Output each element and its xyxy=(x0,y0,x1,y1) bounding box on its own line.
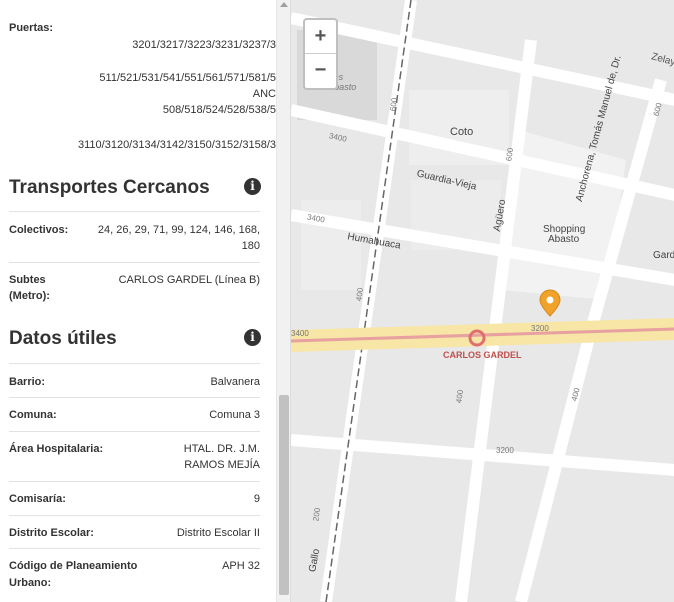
info-icon[interactable]: i xyxy=(244,178,261,195)
datos-title: Datos útiles xyxy=(9,328,117,349)
station-label[interactable]: CARLOS GARDEL xyxy=(443,350,522,360)
street-label-gard: Gard xyxy=(653,250,674,261)
codigo-planeamiento-label: Urbano: xyxy=(9,577,52,589)
barrio-label: Barrio: xyxy=(9,376,46,388)
divider xyxy=(9,515,260,516)
subtes-value: CARLOS GARDEL (Línea B) xyxy=(118,274,260,286)
divider xyxy=(9,481,260,482)
scroll-up-arrow-icon[interactable] xyxy=(280,2,288,7)
place-label-coto: Coto xyxy=(450,126,474,138)
barrio-value: Balvanera xyxy=(210,376,260,388)
place-label-shopping: Abasto xyxy=(548,234,580,245)
comuna-value: Comuna 3 xyxy=(209,409,260,421)
street-number: 200 xyxy=(311,507,323,522)
info-icon[interactable]: i xyxy=(244,329,261,346)
street-number: 600 xyxy=(504,147,516,162)
area-hospitalaria-value: RAMOS MEJÍA xyxy=(184,459,260,471)
map-view[interactable]: Torres de Abasto Coto Shopping Abasto Ze… xyxy=(290,0,674,602)
zoom-control: + − xyxy=(303,18,338,90)
panel-scrollbar[interactable] xyxy=(276,0,291,602)
divider xyxy=(9,363,260,364)
street-number: 400 xyxy=(354,287,366,302)
subtes-label: Subtes xyxy=(9,274,46,286)
info-panel: Puertas: 3201/3217/3223/3231/3237/3 511/… xyxy=(0,0,276,602)
puertas-value-line: 511/521/531/541/551/561/571/581/5 xyxy=(99,72,276,84)
puertas-value-line: 3201/3217/3223/3231/3237/3 xyxy=(132,39,276,51)
codigo-planeamiento-value: APH 32 xyxy=(222,560,260,572)
street-number: 3200 xyxy=(531,324,549,333)
puertas-value-line: 3110/3120/3134/3142/3150/3152/3158/3 xyxy=(78,139,276,151)
divider xyxy=(9,397,260,398)
comisaria-value: 9 xyxy=(253,493,260,505)
scrollbar-thumb[interactable] xyxy=(279,395,289,595)
area-hospitalaria-label: Área Hospitalaria: xyxy=(9,443,104,455)
divider xyxy=(9,211,260,212)
distrito-escolar-value: Distrito Escolar II xyxy=(176,527,260,539)
zoom-in-button[interactable]: + xyxy=(305,20,336,54)
puertas-label: Puertas: xyxy=(9,22,54,34)
divider xyxy=(9,431,260,432)
colectivos-label: Colectivos: xyxy=(9,224,69,236)
street-number: 3400 xyxy=(291,329,309,338)
colectivos-value: 24, 26, 29, 71, 99, 124, 146, 168, xyxy=(97,224,260,236)
street-number: 3200 xyxy=(496,446,514,455)
colectivos-value: 180 xyxy=(241,240,260,252)
comuna-label: Comuna: xyxy=(9,409,57,421)
divider xyxy=(9,548,260,549)
comisaria-label: Comisaría: xyxy=(9,493,66,505)
distrito-escolar-label: Distrito Escolar: xyxy=(9,527,94,539)
area-hospitalaria-value: HTAL. DR. J.M. xyxy=(183,443,260,455)
codigo-planeamiento-label: Código de Planeamiento xyxy=(9,560,138,572)
divider xyxy=(9,262,260,263)
zoom-out-button[interactable]: − xyxy=(305,54,336,87)
puertas-value-line: ANC xyxy=(252,88,276,100)
puertas-value-line: 508/518/524/528/538/5 xyxy=(162,104,276,116)
subtes-label: (Metro): xyxy=(9,290,50,302)
street-number: 400 xyxy=(454,389,466,404)
street-number: 600 xyxy=(388,97,400,112)
transportes-title: Transportes Cercanos xyxy=(9,177,210,198)
